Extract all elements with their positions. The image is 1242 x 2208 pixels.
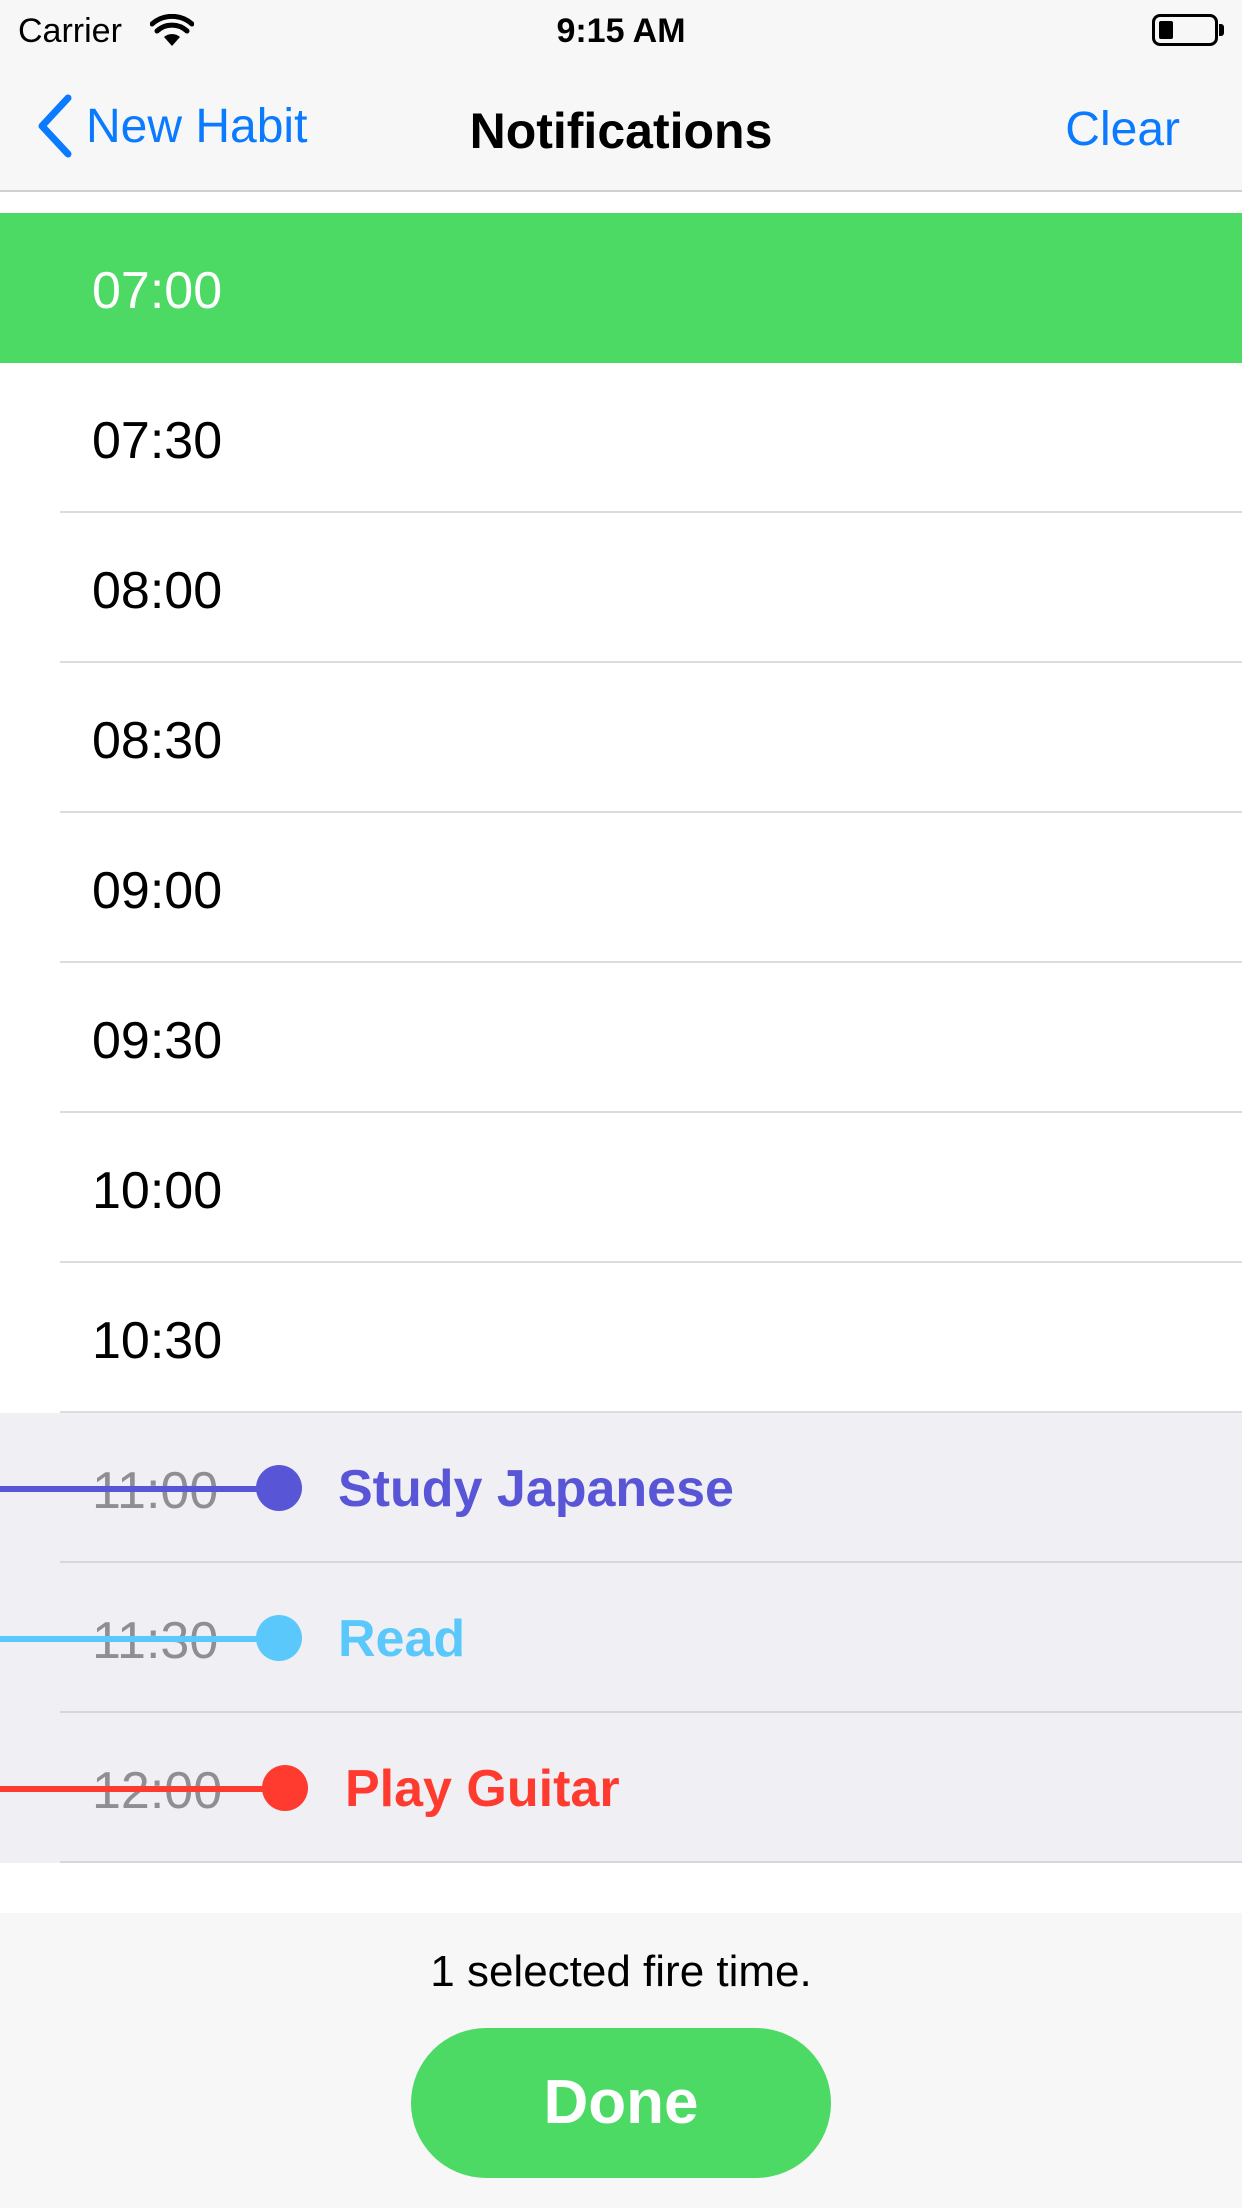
time-label: 08:00 (92, 562, 223, 620)
battery-icon (1152, 14, 1224, 46)
time-list: 07:00 07:30 08:00 08:30 09:00 09:30 10:0… (0, 213, 1242, 1863)
status-time: 9:15 AM (556, 12, 686, 50)
habit-name: Play Guitar (345, 1760, 620, 1818)
selection-summary: 1 selected fire time. (430, 1947, 812, 1996)
habit-name: Study Japanese (338, 1460, 734, 1518)
time-label: 10:00 (92, 1162, 223, 1220)
footer: 1 selected fire time. Done (0, 1913, 1242, 2208)
row-divider (60, 1861, 1242, 1863)
status-bar: Carrier 9:15 AM (0, 0, 1242, 60)
time-row[interactable]: 09:30 (0, 963, 1242, 1113)
time-label: 07:00 (92, 262, 223, 320)
habit-line (0, 1486, 270, 1492)
time-row-taken[interactable]: 12:00 Play Guitar (0, 1713, 1242, 1863)
time-row[interactable]: 08:30 (0, 663, 1242, 813)
time-row[interactable]: 07:30 (0, 363, 1242, 513)
done-button[interactable]: Done (411, 2028, 831, 2178)
habit-line (0, 1786, 275, 1792)
clear-button[interactable]: Clear (1065, 102, 1180, 157)
time-row[interactable]: 10:00 (0, 1113, 1242, 1263)
habit-dot (262, 1765, 308, 1811)
page-title: Notifications (469, 103, 773, 159)
habit-name: Read (338, 1610, 466, 1668)
time-row[interactable]: 08:00 (0, 513, 1242, 663)
time-label: 07:30 (92, 412, 223, 470)
time-label: 09:00 (92, 862, 223, 920)
time-row[interactable]: 07:00 (0, 213, 1242, 363)
time-label: 10:30 (92, 1312, 223, 1370)
time-row[interactable]: 09:00 (0, 813, 1242, 963)
time-row-taken[interactable]: 11:00 Study Japanese (0, 1413, 1242, 1563)
navigation-bar: New Habit Notifications Clear (0, 60, 1242, 192)
time-label: 08:30 (92, 712, 223, 770)
habit-dot (256, 1615, 302, 1661)
time-label: 09:30 (92, 1012, 223, 1070)
habit-dot (256, 1465, 302, 1511)
time-row-taken[interactable]: 11:30 Read (0, 1563, 1242, 1713)
habit-line (0, 1636, 270, 1642)
time-row[interactable]: 10:30 (0, 1263, 1242, 1413)
